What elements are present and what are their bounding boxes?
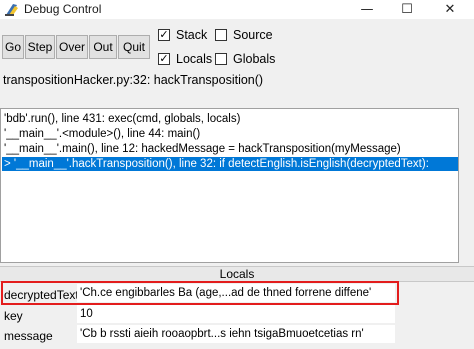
stack-checkbox[interactable]: ✓	[158, 29, 170, 41]
stack-frame[interactable]: 'bdb'.run(), line 431: exec(cmd, globals…	[2, 112, 458, 126]
maximize-icon: ☐	[401, 2, 413, 17]
locals-option[interactable]: ✓ Locals	[158, 52, 212, 66]
over-button[interactable]: Over	[56, 35, 88, 59]
stack-frame-selected[interactable]: > '__main__'.hackTransposition(), line 3…	[2, 157, 458, 171]
globals-option[interactable]: Globals	[215, 52, 275, 66]
globals-label: Globals	[233, 52, 276, 66]
quit-button[interactable]: Quit	[118, 35, 150, 59]
app-icon	[5, 4, 18, 16]
close-button[interactable]: ✕	[430, 0, 470, 19]
globals-checkbox[interactable]	[215, 53, 227, 65]
source-label: Source	[233, 28, 273, 42]
highlight-box	[1, 281, 399, 305]
out-button[interactable]: Out	[89, 35, 117, 59]
step-button[interactable]: Step	[25, 35, 55, 59]
window-title: Debug Control	[24, 2, 102, 16]
local-name: message	[4, 329, 53, 343]
go-button[interactable]: Go	[2, 35, 24, 59]
check-icon: ✓	[159, 28, 169, 41]
local-name: key	[4, 309, 23, 323]
local-value[interactable]: 'Cb b rssti aieih rooaopbrt...s iehn tsi…	[77, 325, 395, 343]
maximize-button[interactable]: ☐	[387, 0, 427, 19]
source-option[interactable]: Source	[215, 28, 273, 42]
title-bar: Debug Control — ☐ ✕	[0, 0, 474, 19]
stack-scrollbar[interactable]	[459, 108, 474, 263]
local-value[interactable]: 10	[77, 305, 395, 323]
stack-list[interactable]: 'bdb'.run(), line 431: exec(cmd, globals…	[0, 108, 459, 263]
current-location: transpositionHacker.py:32: hackTransposi…	[3, 73, 264, 87]
locals-scrollbar[interactable]	[459, 283, 474, 349]
close-icon: ✕	[444, 2, 456, 17]
locals-header: Locals	[0, 266, 474, 282]
minimize-icon: —	[360, 2, 374, 17]
source-checkbox[interactable]	[215, 29, 227, 41]
stack-option[interactable]: ✓ Stack	[158, 28, 207, 42]
stack-label: Stack	[176, 28, 208, 42]
minimize-button[interactable]: —	[347, 0, 387, 19]
stack-frame[interactable]: '__main__'.main(), line 12: hackedMessag…	[2, 142, 458, 156]
check-icon: ✓	[159, 52, 169, 65]
locals-label: Locals	[176, 52, 213, 66]
locals-checkbox[interactable]: ✓	[158, 53, 170, 65]
stack-frame[interactable]: '__main__'.<module>(), line 44: main()	[2, 127, 458, 141]
